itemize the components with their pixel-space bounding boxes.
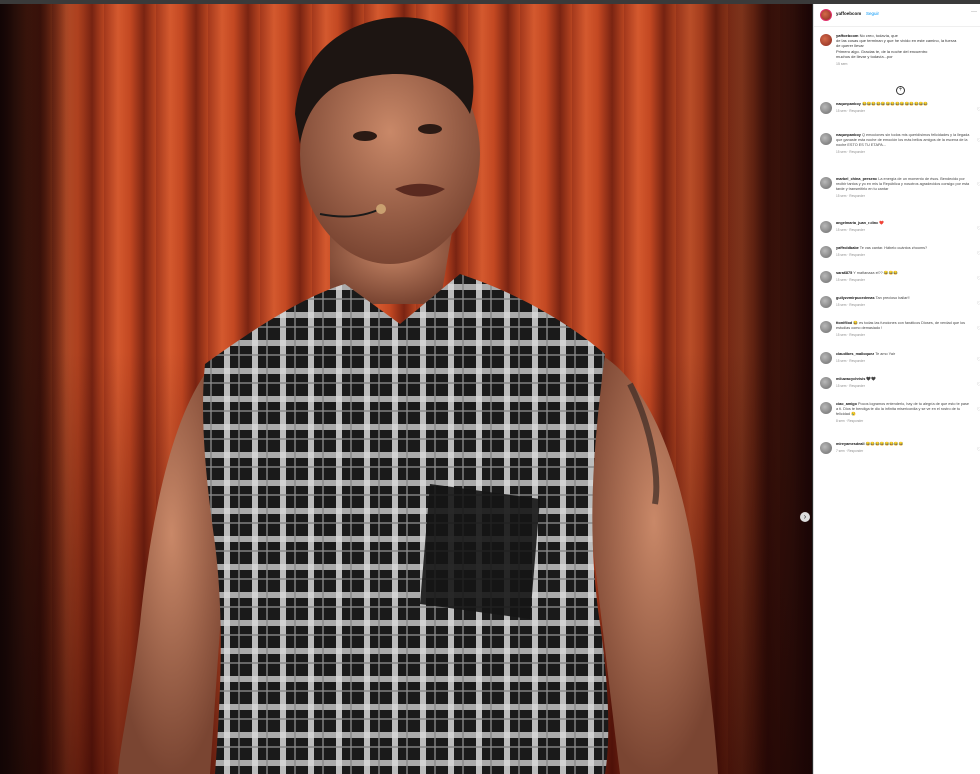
- comments-sidebar: yaffoebcom Seguir ··· yaffoebcom No creo…: [813, 4, 980, 774]
- reply-button[interactable]: Responder: [849, 228, 865, 232]
- comment-time: 15 sem: [836, 384, 847, 388]
- like-heart-icon[interactable]: ♡: [977, 276, 980, 282]
- next-arrow-icon[interactable]: ›: [800, 512, 810, 522]
- caption-avatar[interactable]: [820, 34, 832, 46]
- commenter-avatar[interactable]: [820, 133, 832, 145]
- like-heart-icon[interactable]: ♡: [977, 107, 980, 113]
- commenter-username[interactable]: marbel_china_presenc: [836, 177, 877, 181]
- post-caption: yaffoebcom No creo, todavía, que de las …: [814, 27, 980, 91]
- commenter-username[interactable]: naqunpanboy: [836, 133, 861, 137]
- comment-time: 15 sem: [836, 303, 847, 307]
- commenter-username[interactable]: miluwacychrisis: [836, 377, 865, 381]
- commenter-avatar[interactable]: [820, 402, 832, 414]
- commenter-avatar[interactable]: [820, 296, 832, 308]
- comment-text: Tan precioso bailar!!: [875, 296, 910, 300]
- comment-time: 8 sem: [836, 419, 845, 423]
- commenter-avatar[interactable]: [820, 271, 832, 283]
- post-header: yaffoebcom Seguir ···: [814, 4, 980, 27]
- like-heart-icon[interactable]: ♡: [977, 182, 980, 188]
- reply-button[interactable]: Responder: [849, 150, 865, 154]
- reply-button[interactable]: Responder: [849, 384, 865, 388]
- commenter-username[interactable]: ttonifilod: [836, 321, 852, 325]
- like-heart-icon[interactable]: ♡: [977, 251, 980, 257]
- commenter-username[interactable]: angelmaria_juan_r.dinc: [836, 221, 878, 225]
- comment-time: 15 sem: [836, 109, 847, 113]
- reply-button[interactable]: Responder: [849, 194, 865, 198]
- like-heart-icon[interactable]: ♡: [977, 326, 980, 332]
- comment-text: Te amo Yair: [875, 352, 896, 356]
- comment-text: 😂😂😂😂😂😂😂😂😂😂😂😂😂😂: [861, 102, 929, 106]
- comment-time: 15 sem: [836, 333, 847, 337]
- more-options-icon[interactable]: ···: [971, 9, 977, 15]
- commenter-username[interactable]: guilyzvmirpucedenas: [836, 296, 875, 300]
- caption-text: yaffoebcom No creo, todavía, que de las …: [836, 33, 957, 59]
- reply-button[interactable]: Responder: [849, 333, 865, 337]
- comment-time: 15 sem: [836, 278, 847, 282]
- commenter-username[interactable]: claudibes_malloquez: [836, 352, 874, 356]
- commenter-username[interactable]: ciao_amigo: [836, 402, 857, 406]
- commenter-avatar[interactable]: [820, 321, 832, 333]
- comment-text: Y mañanaza el?? 😂😂😂: [853, 271, 898, 275]
- commenter-avatar[interactable]: [820, 177, 832, 189]
- caption-timestamp: 15 sem: [836, 62, 848, 67]
- commenter-username[interactable]: yaffroldbabe: [836, 246, 859, 250]
- like-heart-icon[interactable]: ♡: [977, 138, 980, 144]
- author-avatar[interactable]: [820, 9, 832, 21]
- commenter-username[interactable]: sara6875: [836, 271, 852, 275]
- post-photo: ›: [0, 4, 812, 774]
- author-username[interactable]: yaffoebcom: [836, 11, 861, 16]
- reply-button[interactable]: Responder: [849, 253, 865, 257]
- like-heart-icon[interactable]: ♡: [977, 301, 980, 307]
- commenter-username[interactable]: mireyamesdeall: [836, 442, 865, 446]
- like-heart-icon[interactable]: ♡: [977, 407, 980, 413]
- reply-button[interactable]: Responder: [849, 303, 865, 307]
- like-heart-icon[interactable]: ♡: [977, 382, 980, 388]
- like-heart-icon[interactable]: ♡: [977, 447, 980, 453]
- reply-button[interactable]: Responder: [849, 278, 865, 282]
- like-heart-icon[interactable]: ♡: [977, 357, 980, 363]
- commenter-avatar[interactable]: [820, 221, 832, 233]
- reply-button[interactable]: Responder: [848, 419, 864, 423]
- commenter-avatar[interactable]: [820, 442, 832, 454]
- comment-text: 😂😂😂😂😂😂😂😂: [865, 442, 904, 446]
- commenter-avatar[interactable]: [820, 352, 832, 364]
- comment-text: 🖤🖤: [866, 377, 876, 381]
- comment-text: Te vas cantar. Hábelo cuántos zhooms?: [859, 246, 928, 250]
- performer-illustration: [118, 17, 718, 774]
- comment-time: 7 sem: [836, 449, 845, 453]
- comment-time: 15 sem: [836, 359, 847, 363]
- comment-time: 15 sem: [836, 194, 847, 198]
- comment-time: 15 sem: [836, 253, 847, 257]
- commenter-username[interactable]: naqunpanboy: [836, 102, 861, 106]
- like-heart-icon[interactable]: ♡: [977, 226, 980, 232]
- load-more-comments-icon[interactable]: +: [896, 86, 905, 95]
- comment-time: 15 sem: [836, 228, 847, 232]
- follow-button[interactable]: Seguir: [866, 11, 879, 16]
- reply-button[interactable]: Responder: [848, 449, 864, 453]
- commenter-avatar[interactable]: [820, 102, 832, 114]
- reply-button[interactable]: Responder: [849, 359, 865, 363]
- comment-text: ❤️: [879, 221, 885, 225]
- reply-button[interactable]: Responder: [849, 109, 865, 113]
- comment-time: 15 sem: [836, 150, 847, 154]
- commenter-avatar[interactable]: [820, 377, 832, 389]
- commenter-avatar[interactable]: [820, 246, 832, 258]
- comment-text: 😂 es todas las funciones con fanáticos D…: [836, 321, 966, 330]
